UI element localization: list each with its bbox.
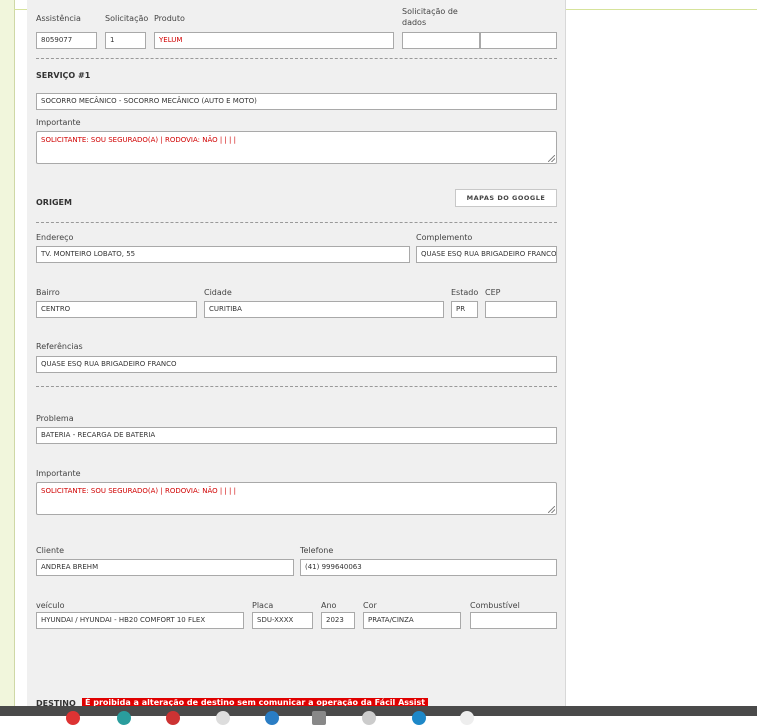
referencias-input[interactable]: QUASE ESQ RUA BRIGADEIRO FRANCO bbox=[36, 356, 557, 373]
section-divider bbox=[36, 386, 557, 387]
cidade-label: Cidade bbox=[204, 288, 232, 297]
ano-input[interactable]: 2023 bbox=[321, 612, 355, 629]
taskbar-app-icon[interactable] bbox=[66, 711, 80, 725]
taskbar-app-icon[interactable] bbox=[166, 711, 180, 725]
solicitacao-input[interactable]: 1 bbox=[105, 32, 146, 49]
telefone-input[interactable]: (41) 999640063 bbox=[300, 559, 557, 576]
cliente-label: Cliente bbox=[36, 546, 65, 555]
problema-label: Problema bbox=[36, 414, 74, 423]
taskbar-app-icon[interactable] bbox=[216, 711, 230, 725]
combustivel-label: Combustível bbox=[470, 601, 520, 610]
solicitacao-dados-input-2[interactable] bbox=[480, 32, 557, 49]
veiculo-label: veículo bbox=[36, 601, 65, 610]
solicitacao-dados-label: Solicitação de dados bbox=[402, 7, 458, 27]
taskbar bbox=[0, 706, 757, 716]
cidade-input[interactable]: CURITIBA bbox=[204, 301, 444, 318]
resize-grip-icon[interactable] bbox=[548, 506, 555, 513]
estado-label: Estado bbox=[451, 288, 479, 297]
problema-input[interactable]: BATERIA - RECARGA DE BATERIA bbox=[36, 427, 557, 444]
complemento-input[interactable]: QUASE ESQ RUA BRIGADEIRO FRANCO bbox=[416, 246, 557, 263]
google-maps-button[interactable]: MAPAS DO GOOGLE bbox=[455, 189, 557, 207]
servico-importante-text: SOLICITANTE: SOU SEGURADO(A) | RODOVIA: … bbox=[41, 136, 236, 144]
cliente-input[interactable]: ANDREA BREHM bbox=[36, 559, 294, 576]
left-sidebar-strip bbox=[0, 0, 15, 716]
assistencia-label: Assistência bbox=[36, 14, 81, 23]
placa-input[interactable]: SDU-XXXX bbox=[252, 612, 313, 629]
taskbar-app-icon[interactable] bbox=[460, 711, 474, 725]
taskbar-app-icon[interactable] bbox=[362, 711, 376, 725]
problema-importante-label: Importante bbox=[36, 469, 81, 478]
servico-importante-textarea[interactable]: SOLICITANTE: SOU SEGURADO(A) | RODOVIA: … bbox=[36, 131, 557, 164]
endereco-label: Endereço bbox=[36, 233, 74, 242]
taskbar-app-icon[interactable] bbox=[312, 711, 326, 725]
problema-importante-textarea[interactable]: SOLICITANTE: SOU SEGURADO(A) | RODOVIA: … bbox=[36, 482, 557, 515]
servico-importante-label: Importante bbox=[36, 118, 81, 127]
cor-label: Cor bbox=[363, 601, 377, 610]
cep-label: CEP bbox=[485, 288, 501, 297]
endereco-input[interactable]: TV. MONTEIRO LOBATO, 55 bbox=[36, 246, 410, 263]
telefone-label: Telefone bbox=[300, 546, 334, 555]
taskbar-app-icon[interactable] bbox=[265, 711, 279, 725]
veiculo-input[interactable]: HYUNDAI / HYUNDAI - HB20 COMFORT 10 FLEX bbox=[36, 612, 244, 629]
placa-label: Placa bbox=[252, 601, 274, 610]
section-divider bbox=[36, 222, 557, 223]
problema-importante-text: SOLICITANTE: SOU SEGURADO(A) | RODOVIA: … bbox=[41, 487, 236, 495]
referencias-label: Referências bbox=[36, 342, 83, 351]
resize-grip-icon[interactable] bbox=[548, 155, 555, 162]
bairro-input[interactable]: CENTRO bbox=[36, 301, 197, 318]
taskbar-app-icon[interactable] bbox=[117, 711, 131, 725]
cep-input[interactable] bbox=[485, 301, 557, 318]
solicitacao-label: Solicitação bbox=[105, 14, 149, 23]
service-input[interactable]: SOCORRO MECÂNICO - SOCORRO MECÂNICO (AUT… bbox=[36, 93, 557, 110]
produto-input[interactable]: YELUM bbox=[154, 32, 394, 49]
servico-title: SERVIÇO #1 bbox=[36, 71, 91, 80]
origem-title: ORIGEM bbox=[36, 198, 72, 207]
solicitacao-dados-input-1[interactable] bbox=[402, 32, 480, 49]
complemento-label: Complemento bbox=[416, 233, 473, 242]
ano-label: Ano bbox=[321, 601, 337, 610]
produto-label: Produto bbox=[154, 14, 185, 23]
bairro-label: Bairro bbox=[36, 288, 60, 297]
assistencia-input[interactable]: 8059077 bbox=[36, 32, 97, 49]
section-divider bbox=[36, 58, 557, 59]
estado-input[interactable]: PR bbox=[451, 301, 478, 318]
cor-input[interactable]: PRATA/CINZA bbox=[363, 612, 461, 629]
taskbar-app-icon[interactable] bbox=[412, 711, 426, 725]
combustivel-input[interactable] bbox=[470, 612, 557, 629]
